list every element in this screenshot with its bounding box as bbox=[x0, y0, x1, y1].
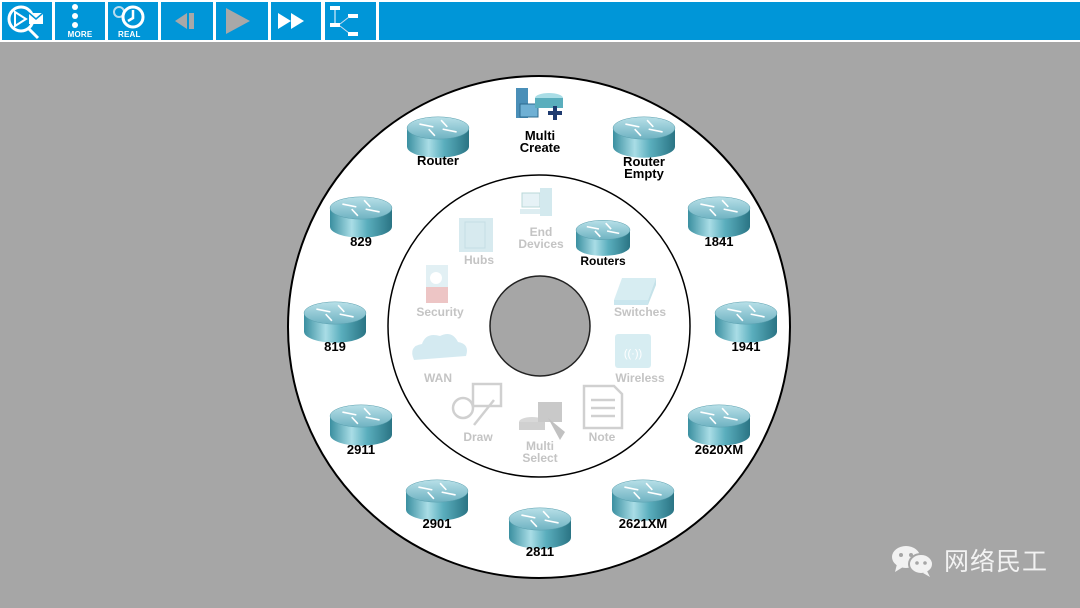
outer-item-multi-create[interactable]: Multi Create bbox=[520, 129, 560, 154]
category-note[interactable]: Note bbox=[589, 431, 616, 443]
router-icon bbox=[575, 220, 631, 256]
device-selection-wheel: ((·)) bbox=[287, 75, 791, 579]
router-icon bbox=[406, 116, 470, 158]
center-hole[interactable] bbox=[489, 275, 591, 377]
outer-item-router[interactable]: Router bbox=[417, 154, 459, 167]
outer-item-819[interactable]: 819 bbox=[324, 340, 346, 353]
category-draw[interactable]: Draw bbox=[463, 431, 492, 443]
router-icon bbox=[687, 196, 751, 238]
wireless-icon: ((·)) bbox=[615, 334, 651, 368]
router-icon bbox=[405, 479, 469, 521]
category-routers[interactable]: Routers bbox=[580, 255, 625, 267]
category-security[interactable]: Security bbox=[416, 306, 463, 318]
watermark: 网络民工 bbox=[890, 540, 1048, 580]
outer-item-router-empty[interactable]: Router Empty bbox=[623, 155, 665, 180]
outer-item-1941[interactable]: 1941 bbox=[732, 340, 761, 353]
router-icon bbox=[687, 404, 751, 446]
category-multi-select[interactable]: Multi Select bbox=[522, 440, 557, 464]
svg-text:((·)): ((·)) bbox=[624, 348, 642, 360]
category-end-devices[interactable]: End Devices bbox=[518, 226, 563, 250]
outer-item-2911[interactable]: 2911 bbox=[347, 443, 375, 456]
security-icon bbox=[426, 265, 448, 303]
router-icon bbox=[303, 301, 367, 343]
hub-icon bbox=[459, 218, 493, 252]
outer-item-829[interactable]: 829 bbox=[350, 235, 372, 248]
router-icon bbox=[714, 301, 778, 343]
category-switches[interactable]: Switches bbox=[614, 306, 666, 318]
router-icon bbox=[329, 196, 393, 238]
router-icon bbox=[612, 116, 676, 158]
outer-item-2811[interactable]: 2811 bbox=[526, 545, 554, 558]
category-wan[interactable]: WAN bbox=[424, 372, 452, 384]
watermark-text: 网络民工 bbox=[944, 547, 1049, 576]
outer-item-2620xm[interactable]: 2620XM bbox=[695, 443, 743, 456]
category-hubs[interactable]: Hubs bbox=[464, 254, 494, 266]
outer-item-1841[interactable]: 1841 bbox=[705, 235, 734, 248]
router-icon bbox=[508, 507, 572, 549]
router-icon bbox=[611, 479, 675, 521]
category-wireless[interactable]: Wireless bbox=[615, 372, 664, 384]
outer-item-2621xm[interactable]: 2621XM bbox=[619, 517, 667, 530]
wechat-icon bbox=[892, 546, 934, 577]
router-icon bbox=[329, 404, 393, 446]
outer-item-2901[interactable]: 2901 bbox=[423, 517, 452, 530]
